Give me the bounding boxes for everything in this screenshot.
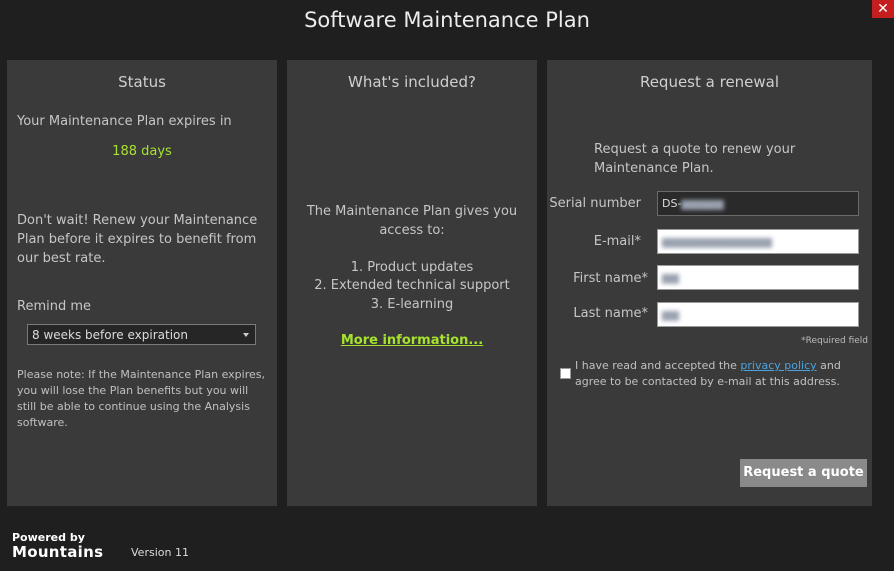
remind-select-value: 8 weeks before expiration xyxy=(32,328,188,342)
privacy-policy-link[interactable]: privacy policy xyxy=(740,359,816,372)
serial-field: DS-▆▆▆▆▆ xyxy=(657,191,859,216)
first-name-field[interactable]: ▆▆ xyxy=(657,265,859,290)
included-item: 1. Product updates xyxy=(350,260,474,275)
remind-label: Remind me xyxy=(17,299,92,314)
renewal-heading: Request a renewal xyxy=(639,73,780,91)
included-panel: What's included? The Maintenance Plan gi… xyxy=(287,60,537,506)
renewal-panel: Request a renewal Request a quote to ren… xyxy=(547,60,872,506)
window-title: Software Maintenance Plan xyxy=(304,8,590,32)
remind-select[interactable]: 8 weeks before expiration xyxy=(27,324,256,345)
version-label: Version 11 xyxy=(131,546,189,559)
days-left: 188 days xyxy=(112,144,172,159)
renewal-intro: Request a quote to renew your Maintenanc… xyxy=(594,142,796,176)
consent-checkbox[interactable] xyxy=(560,368,571,379)
expires-label: Your Maintenance Plan expires in xyxy=(17,114,232,129)
included-heading: What's included? xyxy=(348,73,476,91)
more-information-link[interactable]: More information... xyxy=(341,333,483,348)
brand-logo: Mountains xyxy=(12,543,104,561)
close-icon[interactable]: ✕ xyxy=(872,0,894,18)
serial-redacted: ▆▆▆▆▆ xyxy=(681,197,724,210)
email-label: E-mail* xyxy=(593,234,641,249)
consent-text: I have read and accepted the privacy pol… xyxy=(575,358,867,390)
included-item: 2. Extended technical support xyxy=(314,278,510,293)
last-name-label: Last name* xyxy=(573,306,648,321)
first-name-label: First name* xyxy=(573,271,648,286)
last-name-field[interactable]: ▆▆ xyxy=(657,302,859,327)
serial-label: Serial number xyxy=(549,196,641,211)
expiry-note: Please note: If the Maintenance Plan exp… xyxy=(17,368,265,429)
included-item: 3. E-learning xyxy=(370,297,454,312)
included-intro-1: The Maintenance Plan gives you xyxy=(306,204,518,219)
email-field[interactable]: ▆▆▆▆▆▆▆▆▆▆▆▆▆ xyxy=(657,229,859,254)
renew-text: Don't wait! Renew your Maintenance Plan … xyxy=(17,213,258,266)
status-heading: Status xyxy=(118,73,166,91)
serial-value: DS- xyxy=(662,197,682,210)
required-note: *Required field xyxy=(801,336,868,346)
last-name-redacted: ▆▆ xyxy=(662,308,679,321)
first-name-redacted: ▆▆ xyxy=(662,271,679,284)
chevron-down-icon xyxy=(243,333,249,337)
consent-text-before: I have read and accepted the xyxy=(575,359,741,372)
request-quote-button[interactable]: Request a quote xyxy=(740,459,867,487)
status-panel: Status Your Maintenance Plan expires in … xyxy=(7,60,277,506)
email-redacted: ▆▆▆▆▆▆▆▆▆▆▆▆▆ xyxy=(662,235,772,248)
included-intro-2: access to: xyxy=(379,223,445,238)
